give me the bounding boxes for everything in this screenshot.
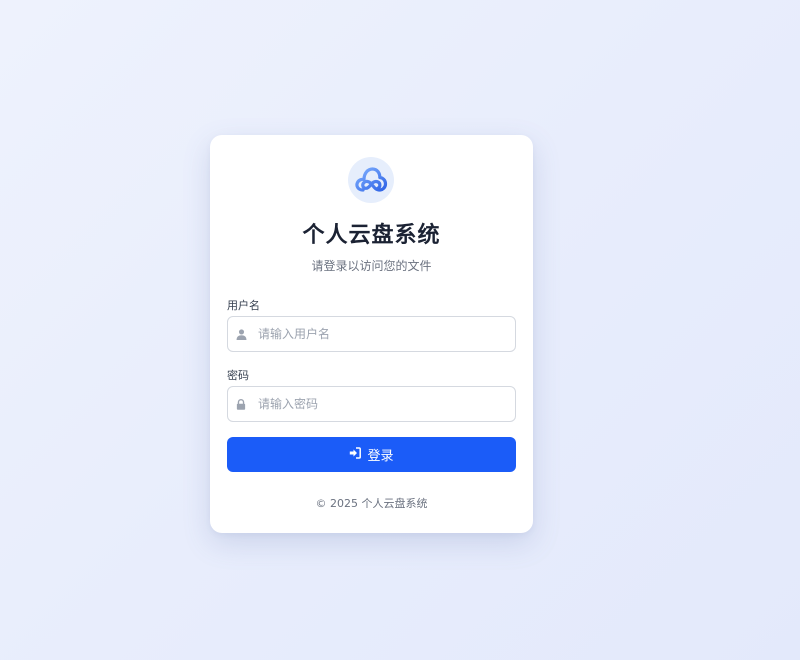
username-input[interactable] xyxy=(254,317,515,351)
login-button-label: 登录 xyxy=(367,449,394,464)
cloud-icon xyxy=(355,167,388,192)
page-subtitle: 请登录以访问您的文件 xyxy=(311,259,432,273)
username-field[interactable] xyxy=(227,316,516,352)
login-button[interactable]: 登录 xyxy=(227,437,516,472)
login-card: 个人云盘系统 请登录以访问您的文件 用户名 密码 登录 © xyxy=(210,135,533,533)
user-icon xyxy=(228,328,254,340)
username-label: 用户名 xyxy=(227,299,260,312)
sign-in-icon xyxy=(349,446,362,463)
password-input[interactable] xyxy=(254,387,515,421)
page-title: 个人云盘系统 xyxy=(302,223,441,248)
footer-copyright: © 2025 个人云盘系统 xyxy=(315,497,428,510)
password-field[interactable] xyxy=(227,386,516,422)
logo xyxy=(348,157,394,203)
lock-icon xyxy=(228,398,254,410)
password-label: 密码 xyxy=(227,369,249,382)
